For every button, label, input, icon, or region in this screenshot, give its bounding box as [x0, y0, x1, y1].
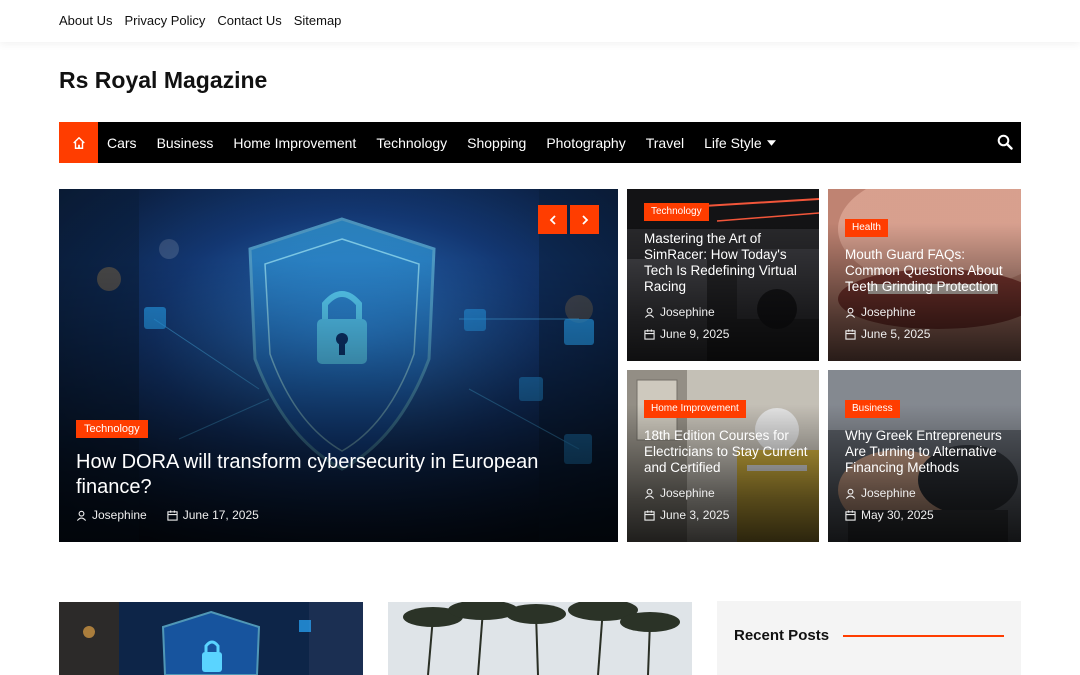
post-thumbnail-image [59, 602, 363, 675]
featured-post-author[interactable]: Josephine [92, 508, 147, 522]
grid-post-date-line: June 3, 2025 [644, 508, 729, 522]
featured-post-date: June 17, 2025 [182, 508, 259, 522]
top-links: About Us Privacy Policy Contact Us Sitem… [59, 13, 341, 28]
grid-post-date: May 30, 2025 [861, 508, 934, 522]
nav-home-button[interactable] [59, 122, 98, 163]
grid-post-category[interactable]: Home Improvement [644, 400, 746, 418]
grid-post-title[interactable]: Why Greek Entrepreneurs Are Turning to A… [845, 428, 1011, 476]
grid-post-author-line: Josephine [845, 305, 916, 319]
grid-post-title[interactable]: Mastering the Art of SimRacer: How Today… [644, 231, 809, 295]
calendar-icon [845, 328, 856, 340]
grid-post-title[interactable]: Mouth Guard FAQs: Common Questions About… [845, 247, 1011, 295]
user-icon [845, 307, 856, 318]
user-icon [644, 307, 655, 318]
home-icon [72, 136, 85, 149]
user-icon [845, 488, 856, 499]
nav-item-technology[interactable]: Technology [376, 135, 447, 151]
post-thumbnail[interactable] [388, 602, 692, 675]
featured-post-meta: Josephine June 17, 2025 [76, 508, 259, 522]
top-link-privacy[interactable]: Privacy Policy [124, 13, 205, 28]
top-link-sitemap[interactable]: Sitemap [294, 13, 342, 28]
top-link-contact[interactable]: Contact Us [217, 13, 281, 28]
grid-post-author-line: Josephine [644, 305, 715, 319]
grid-post-author-line: Josephine [644, 486, 715, 500]
top-link-about[interactable]: About Us [59, 13, 112, 28]
calendar-icon [644, 509, 655, 521]
calendar-icon [845, 509, 856, 521]
chevron-right-icon [581, 214, 588, 225]
search-icon[interactable] [997, 134, 1013, 150]
post-thumbnail[interactable] [59, 602, 363, 675]
nav-item-cars[interactable]: Cars [107, 135, 137, 151]
recent-posts-heading: Recent Posts [734, 627, 830, 644]
nav-item-travel[interactable]: Travel [646, 135, 684, 151]
grid-post-card[interactable]: Home Improvement 18th Edition Courses fo… [627, 370, 819, 542]
slider-next-button[interactable] [570, 205, 599, 234]
nav-item-business[interactable]: Business [157, 135, 214, 151]
caret-down-icon [766, 139, 776, 146]
calendar-icon [167, 509, 178, 521]
grid-post-title[interactable]: 18th Edition Courses for Electricians to… [644, 428, 809, 476]
nav-item-shopping[interactable]: Shopping [467, 135, 526, 151]
post-thumbnail-image [388, 602, 692, 675]
nav-item-home-improvement[interactable]: Home Improvement [233, 135, 356, 151]
grid-post-author[interactable]: Josephine [660, 486, 715, 500]
grid-post-date: June 9, 2025 [660, 327, 730, 341]
nav-item-life-style[interactable]: Life Style [704, 135, 776, 151]
nav-items: Cars Business Home Improvement Technolog… [107, 122, 776, 163]
grid-post-category[interactable]: Business [845, 400, 900, 418]
featured-post-card[interactable]: Technology How DORA will transform cyber… [59, 189, 618, 542]
site-title[interactable]: Rs Royal Magazine [59, 67, 267, 94]
grid-post-date: June 3, 2025 [660, 508, 730, 522]
grid-post-date-line: May 30, 2025 [845, 508, 934, 522]
grid-post-card[interactable]: Business Why Greek Entrepreneurs Are Tur… [828, 370, 1021, 542]
main-nav: Cars Business Home Improvement Technolog… [59, 122, 1021, 163]
grid-post-date-line: June 5, 2025 [845, 327, 930, 341]
grid-post-card[interactable]: Technology Mastering the Art of SimRacer… [627, 189, 819, 361]
calendar-icon [644, 328, 655, 340]
user-icon [76, 510, 87, 521]
nav-item-life-style-label: Life Style [704, 134, 762, 151]
featured-post-title[interactable]: How DORA will transform cybersecurity in… [76, 450, 576, 500]
grid-post-author[interactable]: Josephine [861, 305, 916, 319]
recent-posts-divider [843, 635, 1004, 637]
grid-post-date: June 5, 2025 [861, 327, 931, 341]
top-bar: About Us Privacy Policy Contact Us Sitem… [0, 0, 1080, 42]
recent-posts-widget: Recent Posts [717, 601, 1021, 675]
grid-post-author[interactable]: Josephine [861, 486, 916, 500]
grid-post-card[interactable]: Health Mouth Guard FAQs: Common Question… [828, 189, 1021, 361]
grid-post-author[interactable]: Josephine [660, 305, 715, 319]
nav-item-photography[interactable]: Photography [546, 135, 625, 151]
slider-prev-button[interactable] [538, 205, 567, 234]
grid-post-date-line: June 9, 2025 [644, 327, 729, 341]
user-icon [644, 488, 655, 499]
grid-post-author-line: Josephine [845, 486, 916, 500]
grid-post-category[interactable]: Technology [644, 203, 709, 221]
grid-post-category[interactable]: Health [845, 219, 888, 237]
featured-post-category[interactable]: Technology [76, 420, 148, 438]
chevron-left-icon [549, 214, 556, 225]
